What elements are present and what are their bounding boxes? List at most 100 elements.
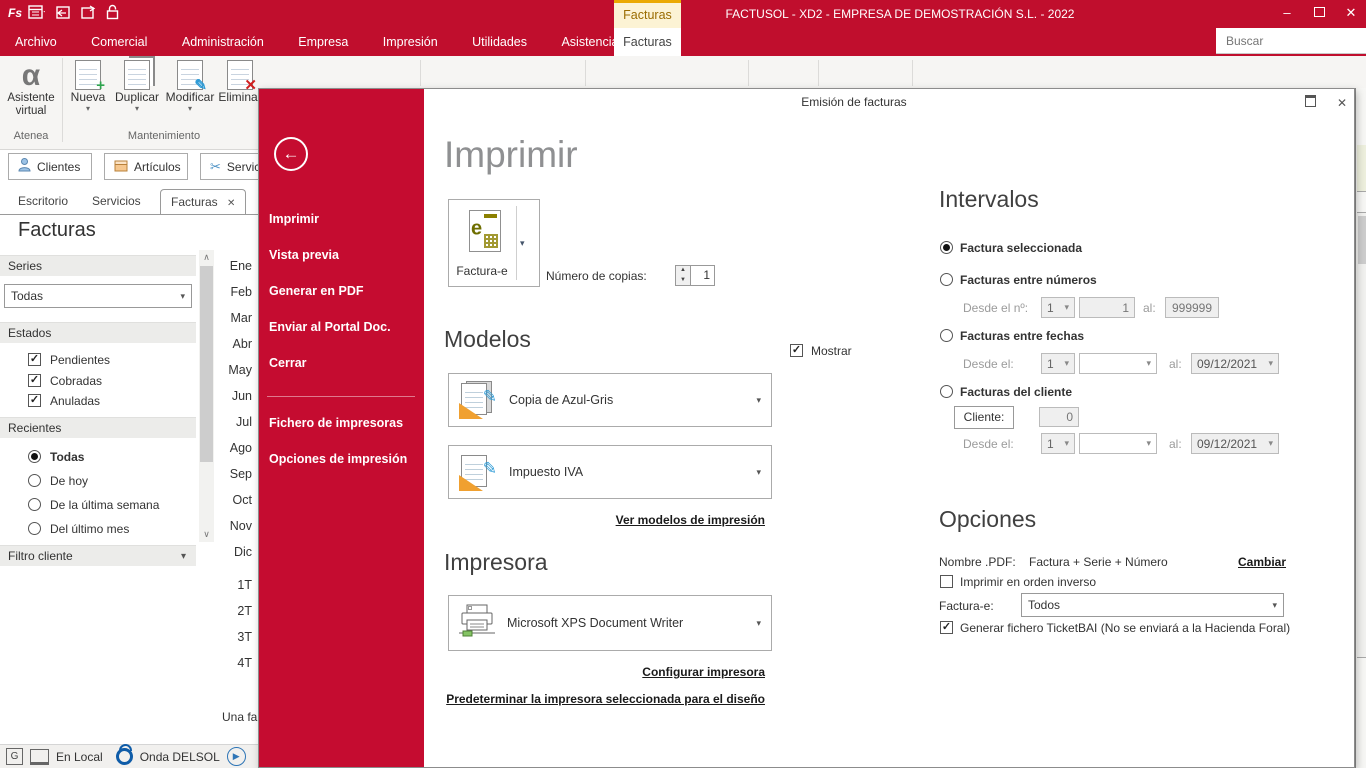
backstage-generar-pdf[interactable]: Generar en PDF xyxy=(269,284,363,298)
chevron-down-icon[interactable]: ▾ xyxy=(112,104,162,113)
entre-fechas-radio[interactable] xyxy=(940,329,953,342)
chevron-down-icon[interactable]: ▾ xyxy=(164,104,216,113)
month-item[interactable]: Mar xyxy=(216,305,252,331)
backstage-imprimir[interactable]: Imprimir xyxy=(269,212,319,226)
dialog-restore-button[interactable] xyxy=(1299,94,1321,112)
ultima-semana-label[interactable]: De la última semana xyxy=(50,498,159,512)
configurar-impresora-link[interactable]: Configurar impresora xyxy=(642,665,765,679)
month-item[interactable]: May xyxy=(216,357,252,383)
numero-desde-field[interactable]: 1 xyxy=(1079,297,1135,318)
stepper-arrows[interactable]: ▲ ▼ xyxy=(676,266,691,285)
cobradas-checkbox[interactable]: ✓ xyxy=(28,374,41,387)
mostrar-checkbox[interactable]: ✓ xyxy=(790,344,803,357)
estados-header[interactable]: Estados xyxy=(0,322,196,343)
anuladas-checkbox[interactable]: ✓ xyxy=(28,394,41,407)
top-tab-facturas[interactable]: Facturas xyxy=(614,0,681,28)
dialog-close-button[interactable]: ✕ xyxy=(1331,94,1353,112)
modelo-2-select[interactable]: ✎ Impuesto IVA ▾ xyxy=(448,445,772,499)
menu-administracion[interactable]: Administración xyxy=(167,28,279,56)
quarter-item[interactable]: 1T xyxy=(216,572,252,598)
month-item[interactable]: Feb xyxy=(216,279,252,305)
copies-value[interactable]: 1 xyxy=(691,266,714,285)
nueva-button[interactable]: + Nueva ▾ xyxy=(66,60,110,113)
entre-fechas-label[interactable]: Facturas entre fechas xyxy=(960,329,1084,343)
del-cliente-radio[interactable] xyxy=(940,385,953,398)
de-hoy-radio[interactable] xyxy=(28,474,41,487)
play-icon[interactable]: ▶ xyxy=(226,747,246,766)
scrollbar-thumb[interactable] xyxy=(200,266,213,462)
panel-scrollbar[interactable]: ∧ ∨ xyxy=(199,250,214,542)
ultima-semana-radio[interactable] xyxy=(28,498,41,511)
stepper-down-icon[interactable]: ▼ xyxy=(676,276,690,286)
pendientes-checkbox[interactable]: ✓ xyxy=(28,353,41,366)
close-button[interactable]: ✕ xyxy=(1336,0,1366,26)
month-item[interactable]: Nov xyxy=(216,513,252,539)
clientes-button[interactable]: Clientes xyxy=(8,153,92,180)
ultimo-mes-radio[interactable] xyxy=(28,522,41,535)
ribbon-tab-facturas[interactable]: Facturas xyxy=(614,28,681,56)
fecha-desde-select[interactable]: ▾ xyxy=(1079,353,1157,374)
scroll-up-icon[interactable]: ∧ xyxy=(199,252,214,263)
fecha-cliente-hasta-select[interactable]: 09/12/2021 ▾ xyxy=(1191,433,1279,454)
backstage-opciones-impresion[interactable]: Opciones de impresión xyxy=(269,452,407,466)
asistente-virtual-button[interactable]: α Asistente virtual xyxy=(2,60,60,118)
articulos-button[interactable]: Artículos xyxy=(104,153,188,180)
menu-comercial[interactable]: Comercial xyxy=(76,28,162,56)
tab-servicios[interactable]: Servicios xyxy=(82,189,151,214)
pendientes-label[interactable]: Pendientes xyxy=(50,353,110,367)
back-button[interactable]: ← xyxy=(274,137,308,171)
ticketbai-checkbox[interactable]: ✓ xyxy=(940,621,953,634)
entre-numeros-radio[interactable] xyxy=(940,273,953,286)
fecha-hasta-select[interactable]: 09/12/2021 ▾ xyxy=(1191,353,1279,374)
factura-e-button[interactable]: e ▾ Factura-e xyxy=(448,199,540,287)
orden-inverso-checkbox[interactable] xyxy=(940,575,953,588)
chevron-down-icon[interactable]: ▾ xyxy=(520,238,525,249)
ultimo-mes-label[interactable]: Del último mes xyxy=(50,522,129,536)
window-forward-icon[interactable] xyxy=(80,4,97,20)
backstage-fichero-impresoras[interactable]: Fichero de impresoras xyxy=(269,416,403,430)
close-tab-icon[interactable]: ✕ xyxy=(227,198,235,209)
recientes-todas-radio[interactable] xyxy=(28,450,41,463)
scroll-down-icon[interactable]: ∨ xyxy=(199,529,214,540)
maximize-button[interactable] xyxy=(1304,0,1334,26)
anuladas-label[interactable]: Anuladas xyxy=(50,394,100,408)
search-input[interactable] xyxy=(1216,28,1366,54)
eliminar-button[interactable]: ✕ Eliminar xyxy=(218,60,262,104)
filtro-cliente-header[interactable]: Filtro cliente ▾ xyxy=(0,545,196,566)
fecha-cliente-desde-select[interactable]: ▾ xyxy=(1079,433,1157,454)
de-hoy-label[interactable]: De hoy xyxy=(50,474,88,488)
month-item[interactable]: Jun xyxy=(216,383,252,409)
chevron-down-icon[interactable]: ▾ xyxy=(66,104,110,113)
backstage-enviar-portal[interactable]: Enviar al Portal Doc. xyxy=(269,320,391,334)
recientes-todas-label[interactable]: Todas xyxy=(50,450,84,464)
modificar-button[interactable]: ✎ Modificar ▾ xyxy=(164,60,216,113)
quarter-item[interactable]: 2T xyxy=(216,598,252,624)
tab-facturas-active[interactable]: Facturas ✕ xyxy=(160,189,247,214)
numero-hasta-field[interactable]: 999999 xyxy=(1165,297,1219,318)
menu-utilidades[interactable]: Utilidades xyxy=(457,28,542,56)
month-item[interactable]: Ago xyxy=(216,435,252,461)
menu-empresa[interactable]: Empresa xyxy=(283,28,363,56)
serie-from-select[interactable]: 1 ▾ xyxy=(1041,297,1075,318)
copies-stepper[interactable]: ▲ ▼ 1 xyxy=(675,265,715,286)
recientes-header[interactable]: Recientes xyxy=(0,417,196,438)
quarter-item[interactable]: 4T xyxy=(216,650,252,676)
serie-cliente-select[interactable]: 1 ▾ xyxy=(1041,433,1075,454)
calendar-icon[interactable] xyxy=(28,4,45,20)
lock-icon[interactable] xyxy=(106,4,119,20)
factura-e-select[interactable]: Todos ▾ xyxy=(1021,593,1284,617)
menu-archivo[interactable]: Archivo xyxy=(0,28,72,56)
serie-fecha-select[interactable]: 1 ▾ xyxy=(1041,353,1075,374)
month-item[interactable]: Abr xyxy=(216,331,252,357)
predeterminar-impresora-link[interactable]: Predeterminar la impresora seleccionada … xyxy=(446,692,765,706)
month-item[interactable]: Oct xyxy=(216,487,252,513)
month-item[interactable]: Sep xyxy=(216,461,252,487)
factura-seleccionada-radio[interactable] xyxy=(940,241,953,254)
quarter-item[interactable]: 3T xyxy=(216,624,252,650)
backstage-cerrar[interactable]: Cerrar xyxy=(269,356,307,370)
menu-impresion[interactable]: Impresión xyxy=(368,28,453,56)
cliente-button[interactable]: Cliente: xyxy=(954,406,1014,429)
entre-numeros-label[interactable]: Facturas entre números xyxy=(960,273,1097,287)
month-item[interactable]: Dic xyxy=(216,539,252,565)
minimize-button[interactable]: – xyxy=(1272,0,1302,26)
